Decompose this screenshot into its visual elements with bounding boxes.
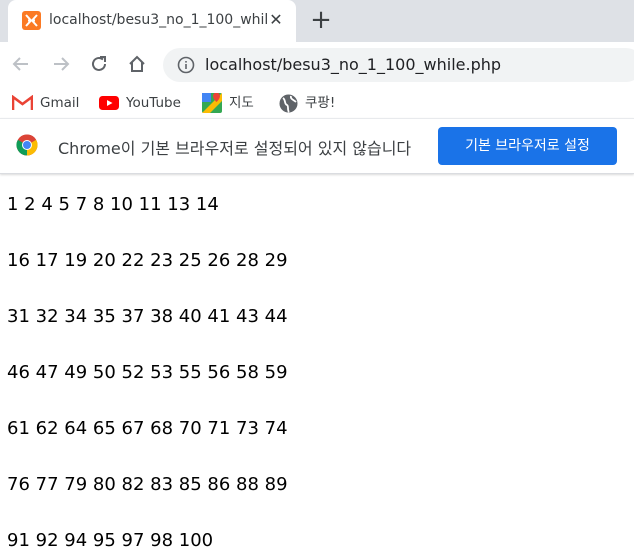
google-maps-icon xyxy=(202,93,222,113)
number-line: 76 77 79 80 82 83 85 86 88 89 xyxy=(7,474,288,495)
forward-arrow-icon xyxy=(54,57,70,71)
globe-icon xyxy=(279,94,298,113)
address-bar[interactable]: localhost/besu3_no_1_100_while.php xyxy=(163,48,634,82)
youtube-icon xyxy=(99,96,119,110)
new-tab-button[interactable]: + xyxy=(308,6,334,34)
bookmark-youtube[interactable]: YouTube xyxy=(99,92,181,114)
bookmark-gmail[interactable]: Gmail xyxy=(12,92,79,114)
bookmark-label: YouTube xyxy=(126,95,181,111)
reload-icon xyxy=(92,56,106,71)
bookmark-label: 쿠팡! xyxy=(305,95,336,111)
infobar-message: Chrome이 기본 브라우저로 설정되어 있지 않습니다 xyxy=(58,139,412,158)
tab-title: localhost/besu3_no_1_100_while.php xyxy=(49,12,267,28)
default-browser-infobar: Chrome이 기본 브라우저로 설정되어 있지 않습니다 기본 브라우저로 설… xyxy=(0,118,634,174)
bookmarks-bar: Gmail YouTube 지도 쿠팡! xyxy=(0,86,634,118)
chrome-logo-icon xyxy=(16,134,38,156)
home-icon xyxy=(129,55,145,72)
number-line: 61 62 64 65 67 68 70 71 73 74 xyxy=(7,418,288,439)
back-button[interactable] xyxy=(8,51,34,77)
back-arrow-icon xyxy=(12,57,28,71)
active-tab[interactable]: localhost/besu3_no_1_100_while.php ✕ xyxy=(8,0,296,42)
gmail-icon xyxy=(12,95,33,110)
forward-button[interactable] xyxy=(48,51,74,77)
xampp-favicon-icon xyxy=(22,11,41,30)
tab-close-icon[interactable]: ✕ xyxy=(266,10,286,30)
toolbar: localhost/besu3_no_1_100_while.php xyxy=(0,42,634,86)
number-line: 1 2 4 5 7 8 10 11 13 14 xyxy=(7,194,219,215)
url-text[interactable]: localhost/besu3_no_1_100_while.php xyxy=(205,55,501,74)
tab-strip: localhost/besu3_no_1_100_while.php ✕ + xyxy=(0,0,634,42)
number-line: 31 32 34 35 37 38 40 41 43 44 xyxy=(7,306,288,327)
info-icon[interactable] xyxy=(177,56,195,74)
number-line: 46 47 49 50 52 53 55 56 58 59 xyxy=(7,362,288,383)
reload-button[interactable] xyxy=(86,51,112,77)
bookmark-label: Gmail xyxy=(40,95,80,111)
set-default-browser-button[interactable]: 기본 브라우저로 설정 xyxy=(438,127,617,165)
bookmark-label: 지도 xyxy=(229,95,254,111)
number-line: 91 92 94 95 97 98 100 xyxy=(7,530,214,551)
home-button[interactable] xyxy=(124,51,150,77)
bookmark-maps[interactable]: 지도 xyxy=(202,92,254,114)
number-line: 16 17 19 20 22 23 25 26 28 29 xyxy=(7,250,288,271)
bookmark-coupang[interactable]: 쿠팡! xyxy=(279,92,335,114)
